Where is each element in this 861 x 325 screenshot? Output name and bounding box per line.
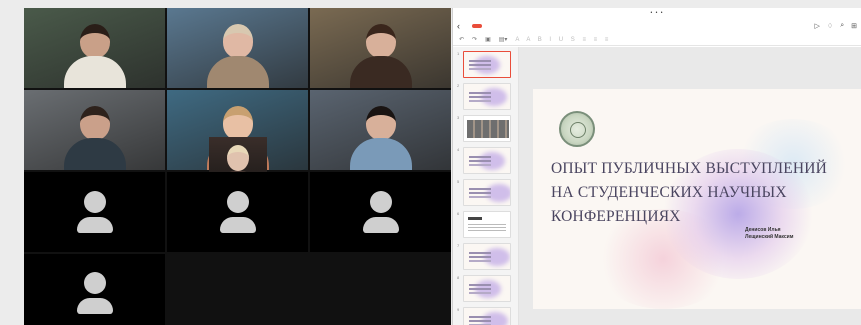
author-name: Денисов Илья [745,227,781,233]
participant-video [63,106,126,170]
slide-thumbnail-row[interactable]: 6 [457,211,516,238]
undo-icon[interactable]: ↶ [459,36,464,43]
tab-draw[interactable] [504,24,514,28]
slide-thumbnail-row[interactable]: 1 [457,51,516,78]
participant-tile[interactable] [24,8,165,88]
slide-thumbnail-row[interactable]: 2 [457,83,516,110]
authors: Денисов Илья Лещинский Максим [745,227,793,241]
participant-tile[interactable] [167,172,308,252]
author-name: Лещинский Максим [745,234,794,240]
slide-thumbnail-row[interactable]: 8 [457,275,516,302]
screen: • • • ‹ ▷ ♢ ⌕ ⊞ ↶ ↷ ▣ ▤▾ A A B I U S ≡ ≡… [0,0,861,325]
avatar-placeholder-icon [76,191,113,233]
status-bar: • • • [453,8,861,18]
slide-title-line: ОПЫТ ПУБЛИЧНЫХ ВЫСТУПЛЕНИЙ [551,160,828,177]
slide-thumbnail-row[interactable]: 9 [457,307,516,325]
new-slide-icon[interactable]: ▣ [485,36,491,43]
avatar-placeholder-icon [362,191,399,233]
participant-tile[interactable] [310,90,451,170]
format-tools[interactable]: A A B I U S ≡ ≡ ≡ [515,37,611,43]
participant-tile[interactable] [310,8,451,88]
tab-design[interactable] [520,24,530,28]
video-call-grid [24,8,451,325]
slide-thumbnail[interactable] [463,275,511,302]
slide-thumbnail[interactable] [463,51,511,78]
tab-insert[interactable] [488,24,498,28]
slide-thumbnail-row[interactable]: 4 [457,147,516,174]
redo-icon[interactable]: ↷ [472,36,477,43]
slide-thumbnail[interactable] [463,307,511,325]
participant-tile[interactable] [24,90,165,170]
lightbulb-icon[interactable]: ♢ [827,22,833,30]
slide-thumbnail-row[interactable]: 5 [457,179,516,206]
participant-video [349,106,412,170]
slide-thumbnail-row[interactable]: 7 [457,243,516,270]
workspace: 1 2 3 4 5 6 7 8 9 ОПЫТ ПУБЛИЧНЫХ ВЫСТУПЛЕНИЙ НА … [453,47,861,325]
participant-tile[interactable] [24,172,165,252]
play-icon[interactable]: ▷ [815,22,820,30]
university-emblem-icon [559,111,595,147]
tab-transitions[interactable] [536,24,546,28]
slide-title-line: НА СТУДЕНЧЕСКИХ НАУЧНЫХ [551,184,787,201]
main-toolbar: ‹ ▷ ♢ ⌕ ⊞ [453,18,861,34]
slide-thumbnail[interactable] [463,115,511,142]
share-icon[interactable]: ⊞ [851,22,857,30]
slide-title: ОПЫТ ПУБЛИЧНЫХ ВЫСТУПЛЕНИЙ НА СТУДЕНЧЕСК… [551,157,861,229]
slide-thumbnail[interactable] [463,243,511,270]
participant-video [206,24,269,88]
slide-thumbnail[interactable] [463,83,511,110]
participant-video [349,24,412,88]
participant-video [63,24,126,88]
search-icon[interactable]: ⌕ [840,22,844,30]
slide-thumbnail-row[interactable]: 3 [457,115,516,142]
presentation-app: • • • ‹ ▷ ♢ ⌕ ⊞ ↶ ↷ ▣ ▤▾ A A B I U S ≡ ≡… [452,8,861,325]
slide-thumbnail[interactable] [463,147,511,174]
format-toolbar: ↶ ↷ ▣ ▤▾ A A B I U S ≡ ≡ ≡ [453,34,861,46]
slide-thumbnail[interactable] [463,179,511,206]
tab-home[interactable] [472,24,482,28]
slide-thumbnails-panel: 1 2 3 4 5 6 7 8 9 [453,47,519,325]
back-chevron-icon[interactable]: ‹ [457,21,460,31]
slide-title-line: КОНФЕРЕНЦИЯХ [551,208,681,225]
participant-tile[interactable] [24,254,165,325]
slide-canvas: ОПЫТ ПУБЛИЧНЫХ ВЫСТУПЛЕНИЙ НА СТУДЕНЧЕСК… [519,47,861,325]
multitask-dots-icon[interactable]: • • • [650,10,663,16]
avatar-placeholder-icon [76,271,113,314]
left-margin [0,0,24,325]
participant-tile[interactable] [310,172,451,252]
participant-tile[interactable] [167,8,308,88]
tab-animations[interactable] [552,24,562,28]
avatar-placeholder-icon [219,191,256,233]
slide-thumbnail[interactable] [463,211,511,238]
current-slide[interactable]: ОПЫТ ПУБЛИЧНЫХ ВЫСТУПЛЕНИЙ НА СТУДЕНЧЕСК… [533,89,861,309]
layout-icon[interactable]: ▤▾ [499,36,508,43]
